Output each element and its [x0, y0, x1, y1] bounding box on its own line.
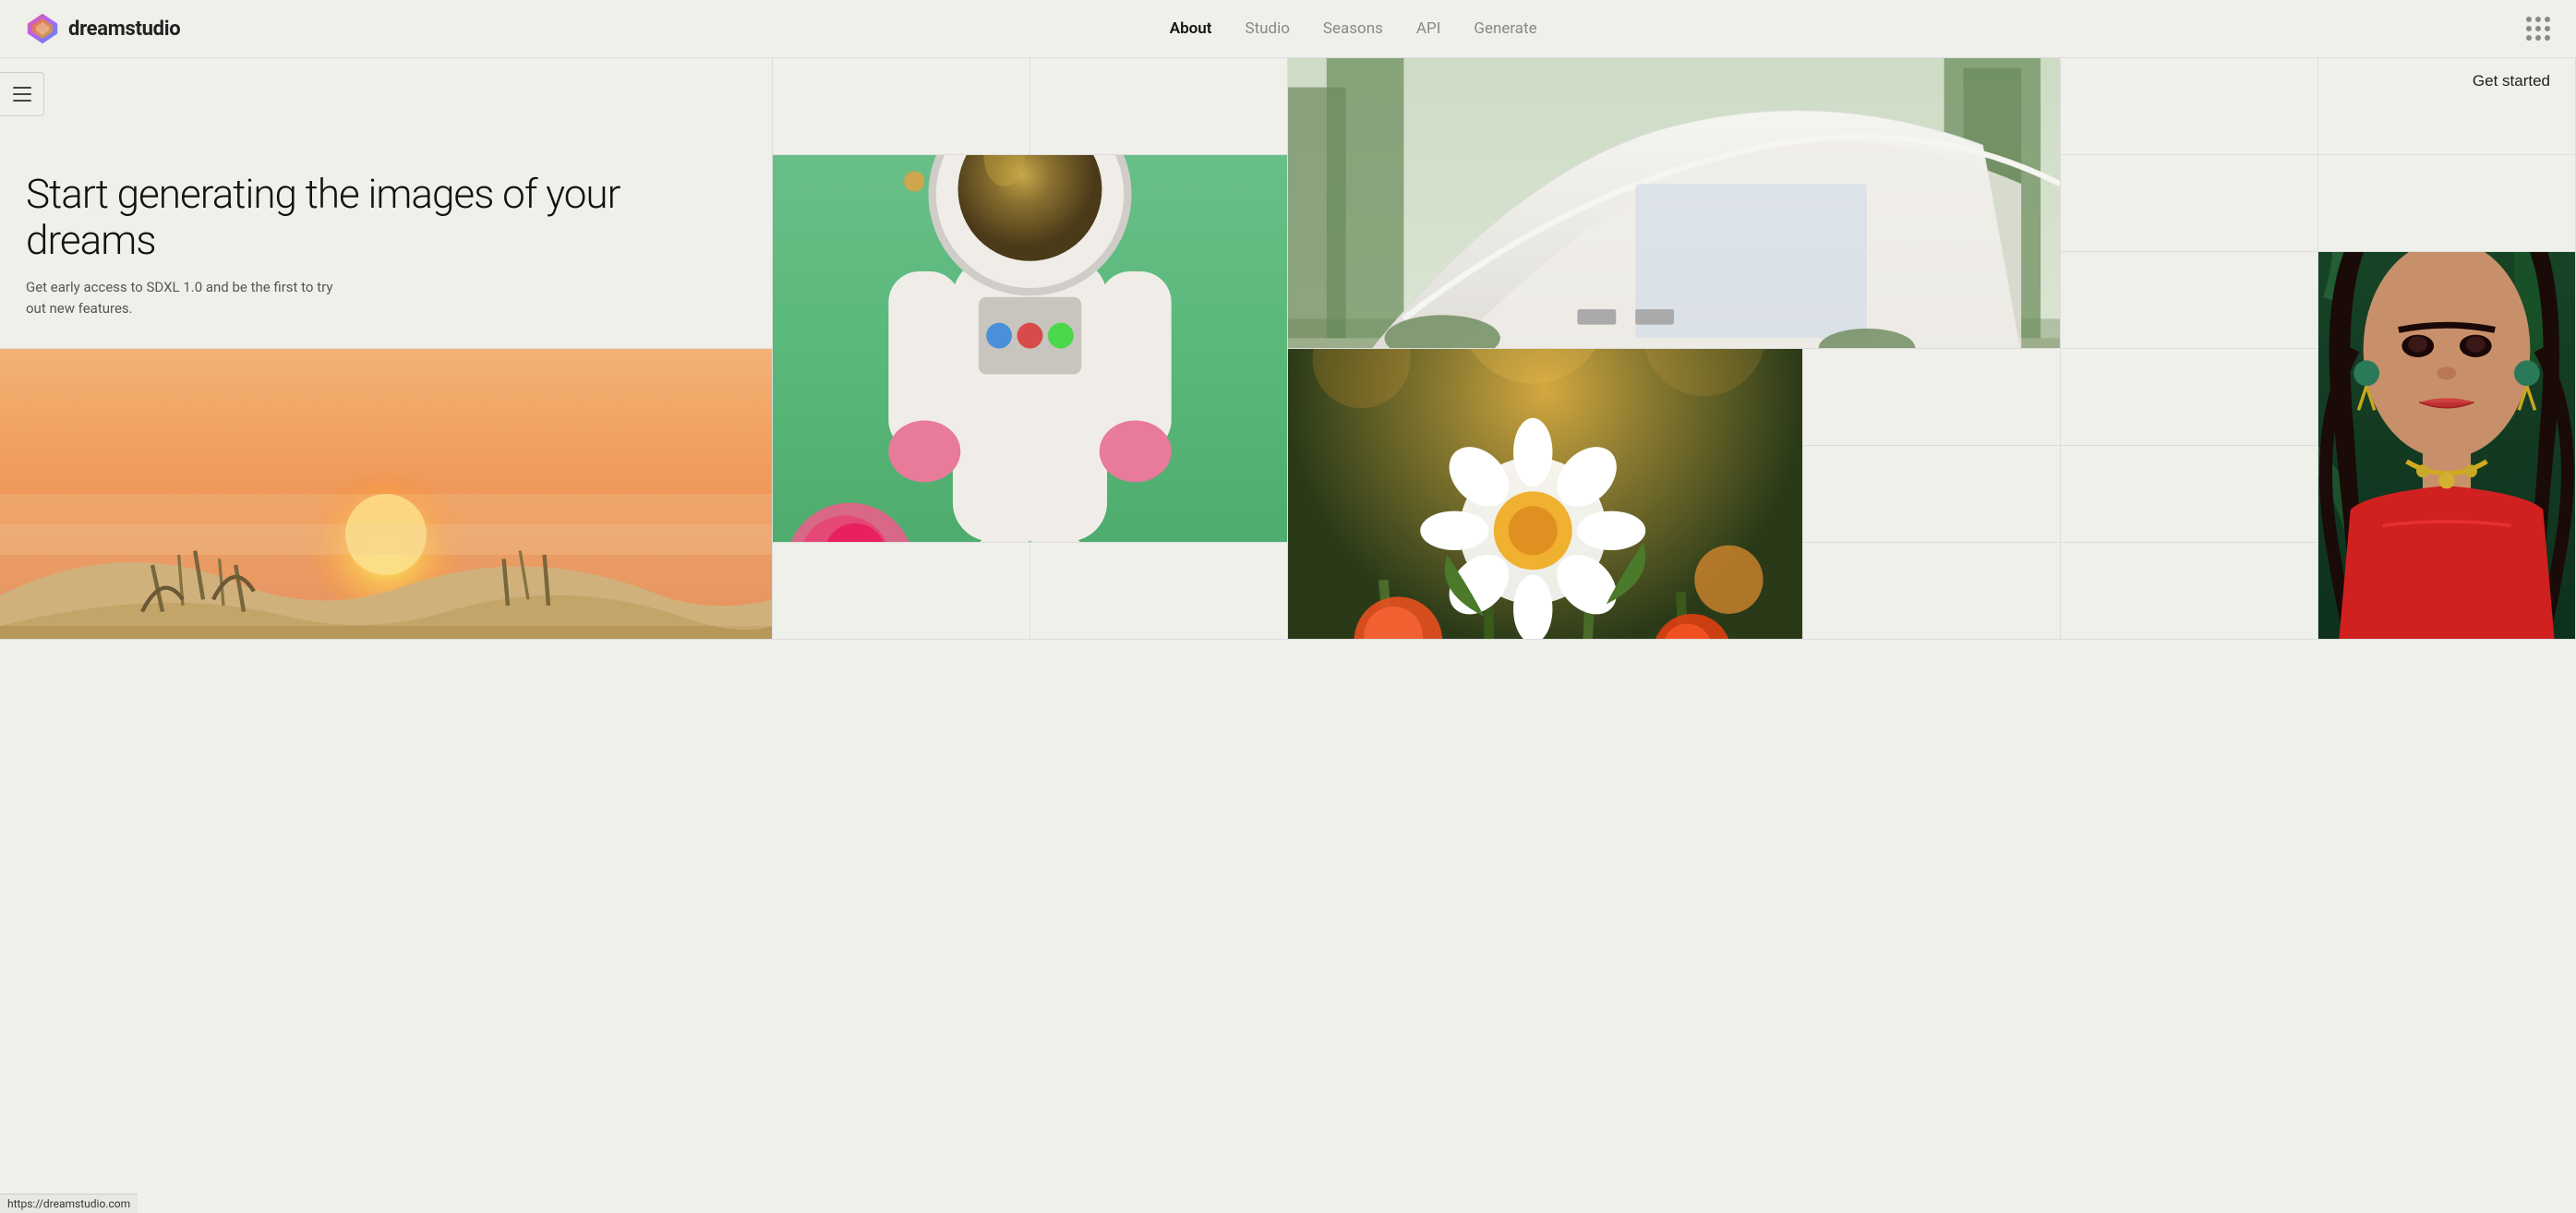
nav-about[interactable]: About [1170, 19, 1212, 38]
hero-text-area: Start generating the images of your drea… [0, 58, 773, 349]
nav-links: About Studio Seasons API Generate [1170, 19, 1537, 38]
status-url: https://dreamstudio.com [7, 1197, 130, 1210]
grid-cell [1803, 446, 2061, 543]
grid-cell [1030, 58, 1288, 155]
hero-title: Start generating the images of your drea… [26, 171, 746, 264]
grid-cell [773, 58, 1030, 155]
hamburger-icon [13, 87, 31, 102]
logo-text: dreamstudio [68, 18, 180, 41]
dunes-image [0, 349, 773, 640]
logo-link[interactable]: dreamstudio [26, 12, 180, 45]
astronaut-image [773, 155, 1288, 543]
flowers-image [1288, 349, 1803, 640]
image-grid: Start generating the images of your drea… [0, 57, 2576, 640]
grid-cell [2061, 58, 2318, 155]
sidebar-toggle-button[interactable] [0, 72, 44, 116]
get-started-button[interactable]: Get started [2473, 72, 2550, 90]
grid-cell [1803, 543, 2061, 640]
grid-cell [773, 543, 1030, 640]
nav-studio[interactable]: Studio [1245, 19, 1289, 38]
hero-subtitle: Get early access to SDXL 1.0 and be the … [26, 277, 340, 318]
main-content: Start generating the images of your drea… [0, 0, 2576, 1213]
nav-grid-menu[interactable] [2526, 17, 2550, 41]
status-bar: https://dreamstudio.com [0, 1194, 138, 1213]
grid-cell [2061, 155, 2318, 252]
nav-seasons[interactable]: Seasons [1323, 19, 1383, 38]
navbar: dreamstudio About Studio Seasons API Gen… [0, 0, 2576, 57]
nav-generate[interactable]: Generate [1474, 19, 1536, 38]
frida-image [2318, 252, 2576, 640]
nav-api[interactable]: API [1416, 19, 1440, 38]
grid-cell [1030, 543, 1288, 640]
architecture-image [1288, 58, 2061, 349]
grid-cell [2061, 543, 2318, 640]
grid-cell [2061, 252, 2318, 349]
grid-cell [1803, 349, 2061, 446]
grid-cell [2061, 349, 2318, 446]
grid-cell [2061, 446, 2318, 543]
grid-cell [2318, 155, 2576, 252]
logo-gem-icon [26, 12, 59, 45]
